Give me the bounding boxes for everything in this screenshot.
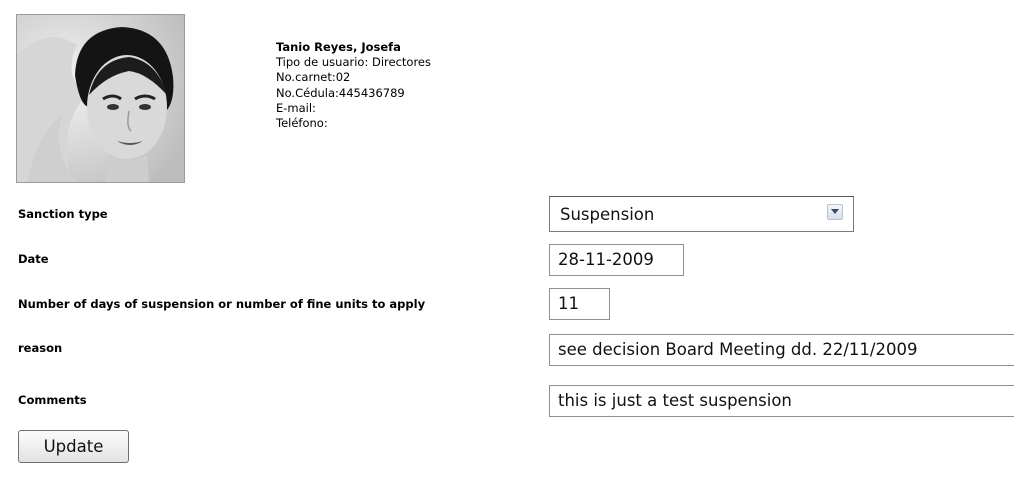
comments-label: Comments: [18, 393, 87, 407]
user-name: Tanio Reyes, Josefa: [276, 40, 401, 54]
user-info: Tanio Reyes, Josefa Tipo de usuario: Dir…: [276, 40, 431, 131]
date-input[interactable]: 28-11-2009: [549, 244, 684, 276]
portrait-image: [17, 15, 184, 182]
user-phone: Teléfono:: [276, 116, 328, 131]
reason-input[interactable]: see decision Board Meeting dd. 22/11/200…: [549, 334, 1014, 366]
date-label: Date: [18, 252, 49, 266]
days-label: Number of days of suspension or number o…: [18, 297, 426, 311]
chevron-down-icon[interactable]: [827, 204, 843, 220]
days-input[interactable]: 11: [549, 288, 610, 320]
sanction-type-select[interactable]: Suspension: [549, 196, 854, 232]
user-type: Tipo de usuario: Directores: [276, 55, 432, 70]
update-button[interactable]: Update: [18, 430, 129, 463]
reason-label: reason: [18, 341, 63, 355]
comments-input[interactable]: this is just a test suspension: [549, 385, 1014, 417]
user-email: E-mail:: [276, 100, 316, 115]
sanction-type-label: Sanction type: [18, 207, 108, 221]
sanction-type-selected: Suspension: [560, 205, 655, 224]
user-carnet: No.carnet:02: [276, 70, 351, 85]
user-photo: [16, 14, 185, 183]
user-cedula: No.Cédula:445436789: [276, 85, 405, 100]
